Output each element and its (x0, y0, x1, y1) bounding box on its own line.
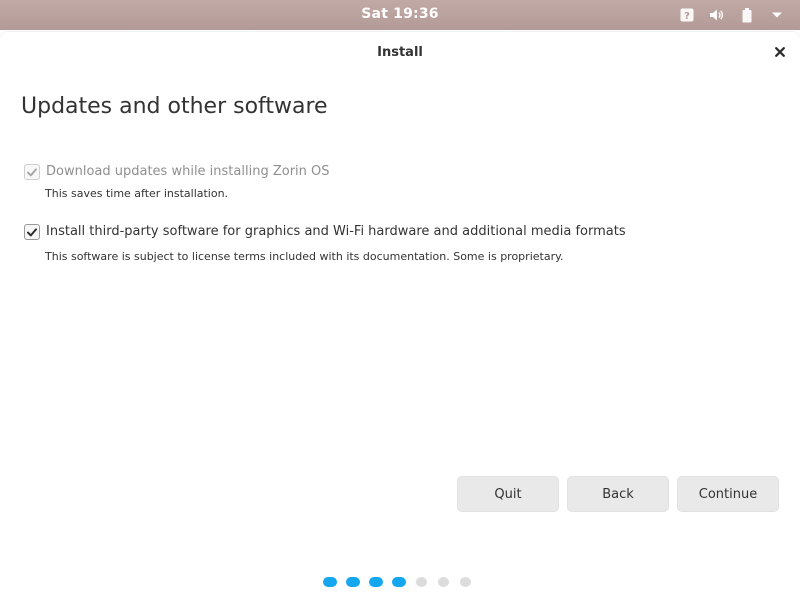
battery-icon[interactable] (738, 6, 756, 24)
window-title: Install (377, 44, 423, 60)
option-download-updates: Download updates while installing Zorin … (24, 163, 330, 201)
checkmark-icon (27, 227, 37, 236)
installer-window: Install Updates and other software Downl… (0, 32, 800, 600)
progress-dot-completed (369, 577, 383, 587)
panel-clock[interactable]: Sat 19:36 (361, 6, 438, 22)
progress-dot-pending (416, 577, 427, 587)
volume-icon[interactable] (708, 6, 726, 24)
progress-dot-completed (346, 577, 360, 587)
help-icon[interactable]: ? (678, 6, 696, 24)
close-icon (775, 47, 785, 57)
system-menu-arrow-icon[interactable] (768, 6, 786, 24)
third-party-software-checkbox[interactable] (24, 224, 40, 240)
svg-text:?: ? (684, 11, 690, 22)
top-panel: Sat 19:36 ? (0, 0, 800, 30)
continue-button[interactable]: Continue (677, 476, 779, 512)
close-button[interactable] (770, 42, 790, 62)
quit-button[interactable]: Quit (457, 476, 559, 512)
progress-dot-completed (392, 577, 406, 587)
download-updates-description: This saves time after installation. (45, 187, 229, 200)
back-button[interactable]: Back (567, 476, 669, 512)
page-heading: Updates and other software (21, 94, 328, 119)
system-tray[interactable]: ? (678, 0, 786, 30)
download-updates-checkbox[interactable] (24, 164, 40, 180)
progress-dot-pending (460, 577, 471, 587)
checkmark-icon (27, 167, 37, 176)
option-third-party-software: Install third-party software for graphic… (24, 223, 626, 264)
third-party-software-label[interactable]: Install third-party software for graphic… (46, 223, 626, 241)
download-updates-label[interactable]: Download updates while installing Zorin … (46, 163, 330, 181)
install-progress-dots (323, 577, 472, 587)
third-party-software-description: This software is subject to license term… (45, 250, 564, 263)
progress-dot-pending (438, 577, 449, 587)
progress-dot-completed (323, 577, 337, 587)
window-titlebar[interactable]: Install (0, 32, 800, 72)
